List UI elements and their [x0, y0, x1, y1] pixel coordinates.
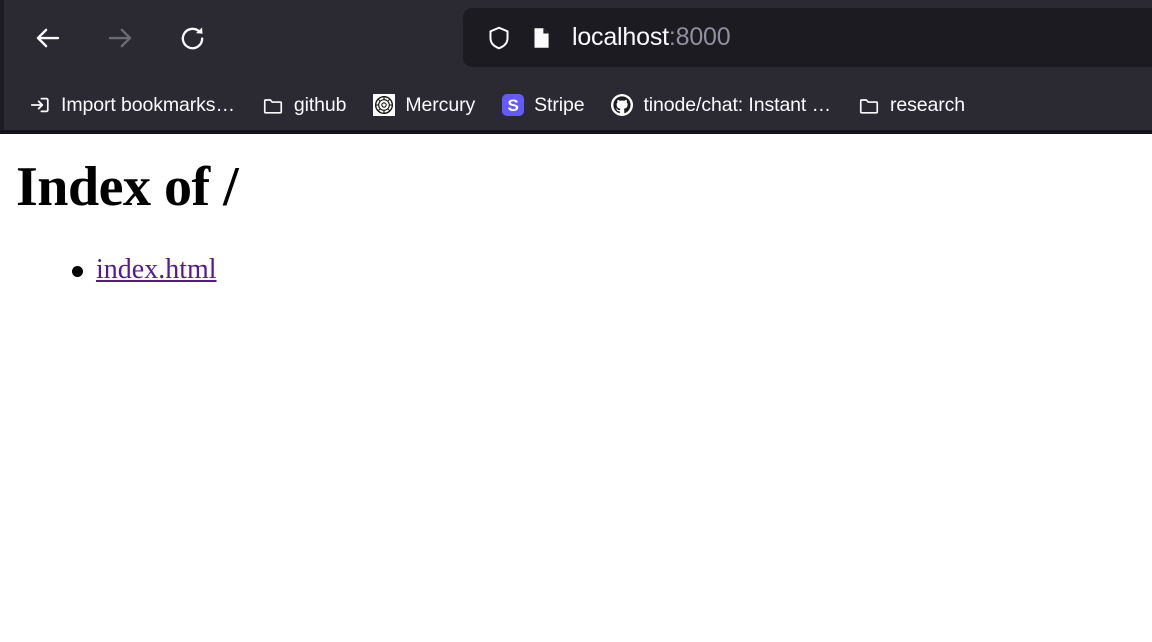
url-text[interactable]: localhost:8000 — [572, 23, 731, 52]
file-link-index-html[interactable]: index.html — [96, 254, 217, 285]
bookmark-folder-github[interactable]: github — [255, 88, 354, 122]
arrow-left-icon — [36, 28, 60, 48]
browser-window: localhost:8000 Import bookmarks… github … — [0, 0, 1152, 642]
browser-chrome: localhost:8000 Import bookmarks… github … — [0, 0, 1152, 134]
bookmarks-toolbar: Import bookmarks… github Mercury S Strip… — [0, 80, 1152, 130]
reload-icon — [181, 27, 203, 49]
stripe-favicon: S — [502, 94, 525, 116]
folder-icon — [858, 94, 880, 116]
bookmark-import-bookmarks[interactable]: Import bookmarks… — [22, 88, 242, 122]
url-host: localhost — [572, 23, 669, 51]
bookmark-label: Stripe — [534, 93, 585, 116]
url-port: :8000 — [668, 23, 731, 51]
navigation-toolbar: localhost:8000 — [0, 0, 1152, 76]
address-bar[interactable]: localhost:8000 — [463, 8, 1152, 67]
shield-icon[interactable] — [477, 18, 521, 58]
bookmark-label: tinode/chat: Instant … — [643, 93, 831, 116]
back-button[interactable] — [28, 18, 68, 58]
github-favicon — [611, 94, 634, 116]
page-icon[interactable] — [519, 18, 563, 58]
page-content: Index of / index.html — [0, 134, 1152, 642]
forward-button[interactable] — [100, 18, 140, 58]
bookmark-label: github — [293, 93, 347, 116]
stripe-badge-letter: S — [502, 94, 525, 116]
bookmark-mercury[interactable]: Mercury — [366, 88, 482, 122]
folder-icon — [262, 94, 284, 116]
bookmark-tinode-chat[interactable]: tinode/chat: Instant … — [604, 88, 838, 122]
bookmark-label: research — [889, 93, 966, 116]
directory-listing: index.html — [0, 252, 1152, 287]
arrow-right-icon — [108, 28, 132, 48]
import-bookmarks-icon — [29, 94, 51, 116]
list-item: index.html — [40, 252, 1152, 287]
bookmark-stripe[interactable]: S Stripe — [495, 88, 591, 122]
reload-button[interactable] — [172, 18, 212, 58]
mercury-favicon — [373, 94, 396, 116]
bookmark-label: Import bookmarks… — [61, 93, 235, 116]
page-title: Index of / — [16, 156, 239, 218]
bookmark-folder-research[interactable]: research — [851, 88, 972, 122]
bookmark-label: Mercury — [405, 93, 476, 116]
